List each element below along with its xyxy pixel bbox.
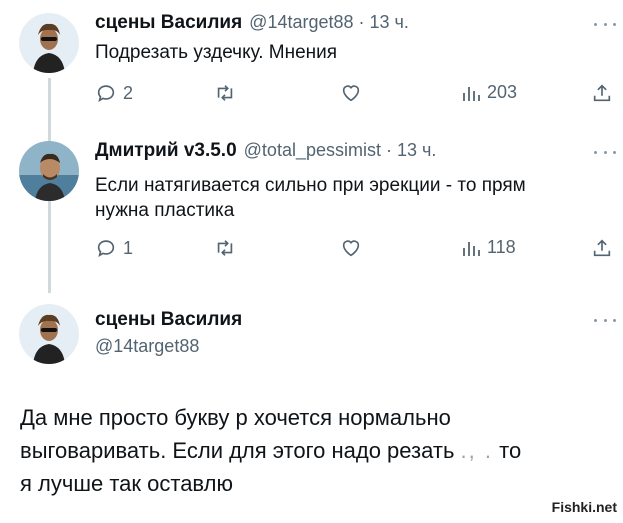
author-handle[interactable]: @14target88 — [249, 12, 353, 33]
retweet-button[interactable] — [213, 82, 237, 104]
views-count: 203 — [487, 82, 518, 102]
tweet-text-line: Если натягивается сильно при эрекции - т… — [95, 175, 526, 196]
avatar-image — [19, 304, 79, 364]
separator-dot: · — [385, 140, 392, 160]
censored-word: ., . — [460, 438, 493, 463]
main-author-name-row: сцены Василия — [95, 309, 242, 331]
main-tweet-text: Да мне просто букву р хочется нормально … — [20, 401, 620, 500]
share-button[interactable] — [591, 82, 613, 104]
tweet-text: Подрезать уздечку. Мнения — [95, 42, 338, 63]
tweet-header: сцены Василия @14target88 · 13 ч. — [95, 12, 409, 34]
timestamp[interactable]: 13 ч. — [397, 140, 436, 161]
views-icon — [463, 86, 480, 101]
more-icon[interactable] — [594, 151, 616, 157]
main-tweet-line: выговаривать. Если для этого надо резать… — [20, 434, 620, 467]
reply-count: 2 — [123, 82, 134, 103]
avatar-image — [19, 13, 79, 73]
like-icon — [342, 85, 360, 102]
tweet-actions: 2 203 — [95, 82, 615, 108]
more-icon[interactable] — [594, 319, 616, 325]
author-handle[interactable]: @14target88 — [95, 336, 199, 357]
author-name[interactable]: сцены Василия — [95, 309, 242, 331]
tweet-actions: 1 118 — [95, 237, 615, 263]
reply-count: 1 — [123, 237, 134, 258]
tweet-text: Если натягивается сильно при эрекции - т… — [95, 173, 526, 223]
share-icon — [593, 239, 611, 257]
avatar-image — [19, 141, 79, 201]
views-icon — [463, 241, 480, 256]
reply-button[interactable]: 2 — [95, 82, 133, 104]
more-icon[interactable] — [594, 23, 616, 29]
timestamp[interactable]: 13 ч. — [370, 12, 409, 33]
tweet-text-line: нужна пластика — [95, 200, 235, 221]
main-author-handle-row: @14target88 — [95, 336, 199, 357]
views-button[interactable]: 203 — [461, 82, 517, 103]
tweet-header: Дмитрий v3.5.0 @total_pessimist · 13 ч. — [95, 140, 436, 162]
author-name[interactable]: Дмитрий v3.5.0 — [95, 140, 237, 162]
main-tweet-line-end: то — [493, 438, 522, 463]
reply-button[interactable]: 1 — [95, 237, 133, 259]
avatar[interactable] — [19, 141, 79, 201]
retweet-icon — [217, 240, 233, 256]
main-tweet-line-text: выговаривать. Если для этого надо резать — [20, 438, 461, 463]
views-button[interactable]: 118 — [461, 237, 516, 258]
like-button[interactable] — [339, 82, 363, 104]
like-button[interactable] — [339, 237, 363, 259]
reply-icon — [97, 240, 115, 258]
reply-icon — [97, 85, 115, 103]
watermark: Fishki.net — [551, 499, 617, 515]
share-button[interactable] — [591, 237, 613, 259]
avatar[interactable] — [19, 304, 79, 364]
avatar[interactable] — [19, 13, 79, 73]
views-count: 118 — [487, 237, 516, 257]
retweet-icon — [217, 85, 233, 101]
main-tweet-line: Да мне просто букву р хочется нормально — [20, 405, 451, 430]
retweet-button[interactable] — [213, 237, 237, 259]
separator-dot: · — [358, 12, 365, 32]
author-name[interactable]: сцены Василия — [95, 12, 242, 34]
like-icon — [342, 240, 360, 257]
share-icon — [593, 84, 611, 102]
main-tweet-line: я лучше так оставлю — [20, 471, 233, 496]
author-handle[interactable]: @total_pessimist — [244, 140, 381, 161]
